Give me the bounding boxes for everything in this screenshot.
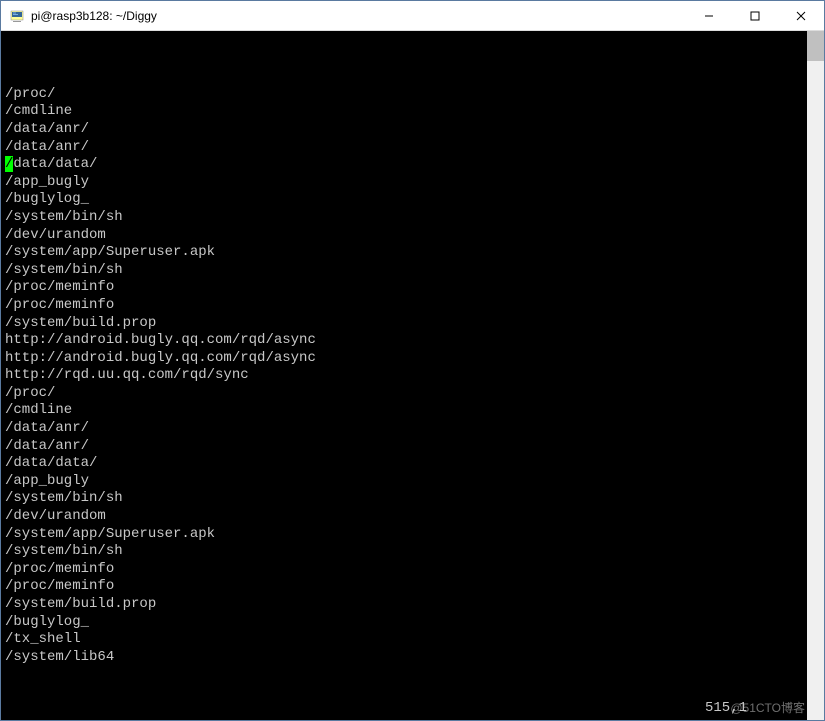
terminal-line: /data/anr/ xyxy=(5,139,803,157)
vi-status-position: 515,1 xyxy=(705,700,747,718)
terminal-line: /system/bin/sh xyxy=(5,490,803,508)
terminal-line: /proc/ xyxy=(5,385,803,403)
terminal-content[interactable]: /proc//cmdline/data/anr//data/anr//data/… xyxy=(1,31,807,720)
terminal-line: http://android.bugly.qq.com/rqd/async xyxy=(5,332,803,350)
terminal-line: /data/anr/ xyxy=(5,420,803,438)
scroll-thumb[interactable] xyxy=(807,31,824,61)
terminal-line: /proc/meminfo xyxy=(5,561,803,579)
cursor-highlight: / xyxy=(5,156,13,172)
terminal-line: /proc/ xyxy=(5,86,803,104)
terminal-line: /system/build.prop xyxy=(5,596,803,614)
minimize-button[interactable] xyxy=(686,1,732,30)
terminal-line: /app_bugly xyxy=(5,473,803,491)
terminal-line xyxy=(5,68,803,86)
putty-icon xyxy=(9,8,25,24)
window-title: pi@rasp3b128: ~/Diggy xyxy=(31,9,686,23)
terminal-line: /system/app/Superuser.apk xyxy=(5,244,803,262)
titlebar[interactable]: pi@rasp3b128: ~/Diggy xyxy=(1,1,824,31)
terminal-line: /cmdline xyxy=(5,103,803,121)
close-button[interactable] xyxy=(778,1,824,30)
terminal-line: /data/anr/ xyxy=(5,438,803,456)
terminal-line: /data/data/ xyxy=(5,156,803,174)
terminal-line: /proc/meminfo xyxy=(5,578,803,596)
maximize-button[interactable] xyxy=(732,1,778,30)
terminal-line: /tx_shell xyxy=(5,631,803,649)
terminal-line: http://android.bugly.qq.com/rqd/async xyxy=(5,350,803,368)
terminal-line: http://rqd.uu.qq.com/rqd/sync xyxy=(5,367,803,385)
terminal-line: /cmdline xyxy=(5,402,803,420)
terminal-line: /system/app/Superuser.apk xyxy=(5,526,803,544)
vertical-scrollbar[interactable] xyxy=(807,31,824,720)
terminal-line: /buglylog_ xyxy=(5,191,803,209)
terminal-line: /app_bugly xyxy=(5,174,803,192)
terminal-line: /dev/urandom xyxy=(5,508,803,526)
window-controls xyxy=(686,1,824,30)
terminal-line: /system/bin/sh xyxy=(5,209,803,227)
terminal-line: /proc/meminfo xyxy=(5,297,803,315)
terminal-line: /system/build.prop xyxy=(5,315,803,333)
terminal-window: pi@rasp3b128: ~/Diggy /proc//cmdline/dat… xyxy=(0,0,825,721)
terminal-area: /proc//cmdline/data/anr//data/anr//data/… xyxy=(1,31,824,720)
terminal-line: /system/bin/sh xyxy=(5,543,803,561)
terminal-line: /system/bin/sh xyxy=(5,262,803,280)
terminal-line: /data/data/ xyxy=(5,455,803,473)
terminal-line: /system/lib64 xyxy=(5,649,803,667)
terminal-line: /data/anr/ xyxy=(5,121,803,139)
terminal-line: /dev/urandom xyxy=(5,227,803,245)
terminal-line: /buglylog_ xyxy=(5,614,803,632)
terminal-line: /proc/meminfo xyxy=(5,279,803,297)
